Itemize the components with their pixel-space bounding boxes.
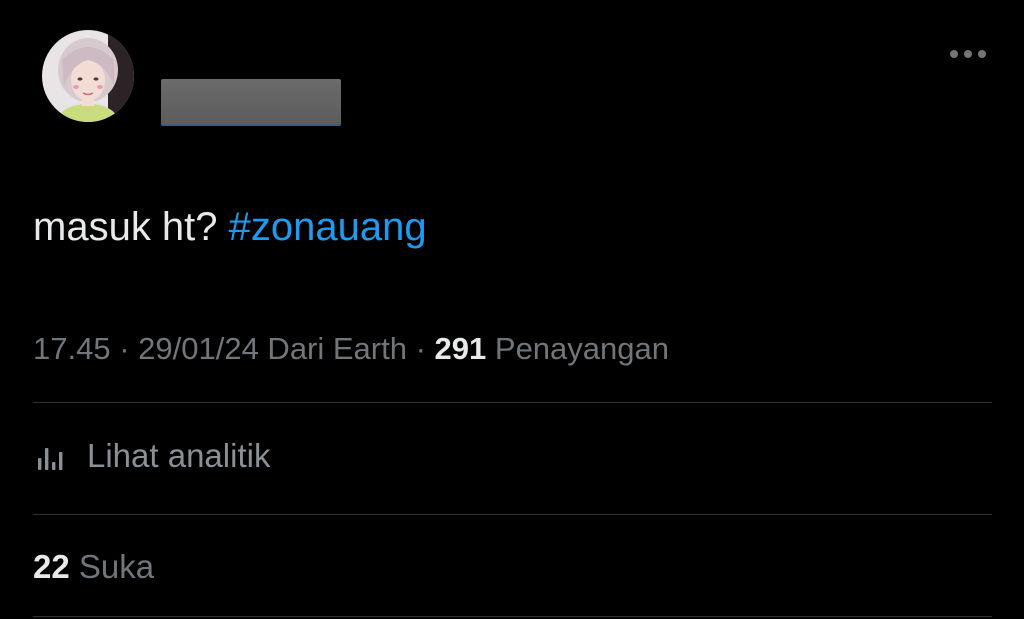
analytics-label: Lihat analitik xyxy=(87,437,271,474)
tweet-meta: 17.45 · 29/01/24 Dari Earth · 291 Penaya… xyxy=(33,329,669,369)
profile-avatar-icon[interactable] xyxy=(42,30,134,122)
likes-link[interactable]: 22 Suka xyxy=(33,545,154,589)
bar-chart-icon xyxy=(33,436,73,476)
meta-separator: · xyxy=(110,331,139,366)
view-analytics-button[interactable]: Lihat analitik xyxy=(33,430,270,482)
divider xyxy=(33,514,992,515)
views-count: 291 xyxy=(434,331,487,366)
redacted-display-name[interactable] xyxy=(161,79,341,126)
more-options-button[interactable] xyxy=(944,40,992,68)
more-horizontal-icon xyxy=(950,50,986,58)
tweet-text: masuk ht? #zonauang xyxy=(33,201,427,253)
divider xyxy=(33,402,992,403)
likes-label: Suka xyxy=(69,548,155,585)
tweet-text-content: masuk ht? xyxy=(33,205,229,249)
tweet-detail: masuk ht? #zonauang 17.45 · 29/01/24 Dar… xyxy=(0,0,1024,619)
meta-separator: · xyxy=(406,331,435,366)
hashtag-link[interactable]: #zonauang xyxy=(229,205,427,249)
divider xyxy=(33,616,992,617)
views-label: Penayangan xyxy=(486,331,669,366)
tweet-time[interactable]: 17.45 xyxy=(33,331,111,366)
likes-count: 22 xyxy=(33,548,70,585)
tweet-date[interactable]: 29/01/24 xyxy=(138,331,259,366)
tweet-source: Dari Earth xyxy=(258,331,407,366)
